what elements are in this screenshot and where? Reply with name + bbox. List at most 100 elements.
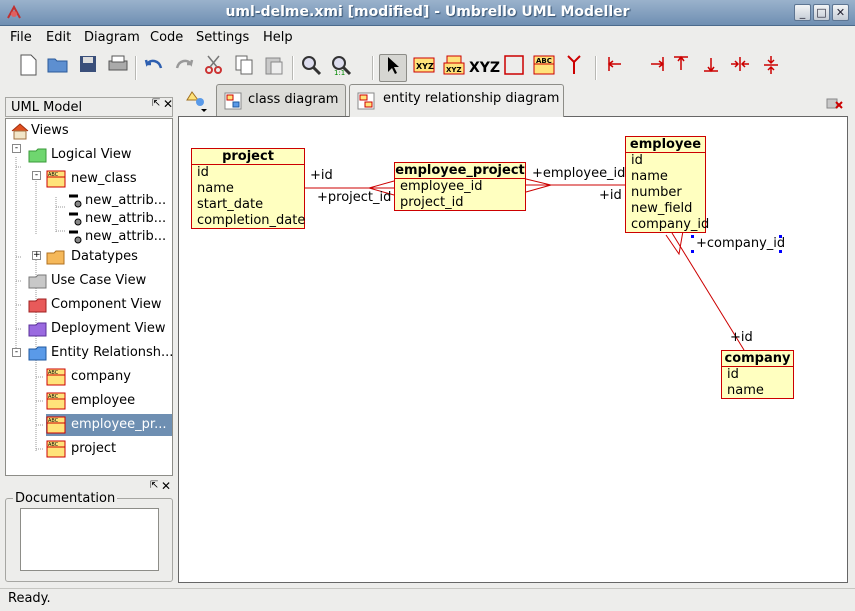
expander-minus-icon[interactable]: - — [32, 171, 41, 180]
anchor-tool-icon[interactable] — [560, 54, 588, 82]
entity-field: name — [631, 169, 668, 184]
svg-text:ABC: ABC — [48, 394, 59, 400]
entity-name: project — [192, 149, 304, 165]
tab-entity-relationship-diagram[interactable]: entity relationship diagram — [349, 84, 564, 117]
entity-field: project_id — [400, 195, 464, 210]
new-diagram-icon[interactable] — [184, 88, 212, 114]
tree-item-label: Deployment View — [51, 321, 166, 336]
menu-bar: File Edit Diagram Code Settings Help — [0, 27, 855, 49]
documentation-textarea[interactable] — [20, 508, 159, 571]
menu-code[interactable]: Code — [150, 30, 183, 45]
zoom-in-icon[interactable] — [297, 54, 325, 82]
float-panel-icon[interactable]: ⇱ — [152, 98, 160, 109]
entity-employee-project[interactable]: employee_project employee_id project_id — [394, 162, 526, 211]
note-tool-icon[interactable]: ABC — [530, 54, 558, 82]
entity-field: new_field — [631, 201, 693, 216]
redo-icon[interactable] — [170, 54, 198, 82]
entity-attribute-tool-icon[interactable]: XYZ — [440, 54, 468, 82]
tree-item-label: Entity Relationsh... — [51, 345, 173, 360]
menu-settings[interactable]: Settings — [196, 30, 249, 45]
role-label[interactable]: +project_id — [317, 190, 391, 205]
tree-item-label: new_class — [71, 171, 137, 186]
align-left-icon[interactable] — [601, 54, 629, 82]
toolbar-separator — [292, 56, 294, 80]
open-file-icon[interactable] — [44, 54, 72, 82]
tree-item-label: Datatypes — [71, 249, 138, 264]
align-bottom-icon[interactable] — [697, 54, 725, 82]
attribute-icon — [69, 194, 82, 208]
copy-icon[interactable] — [230, 54, 258, 82]
align-top-icon[interactable] — [667, 54, 695, 82]
tree-item-employee-project[interactable]: ABC employee_pr... — [46, 414, 172, 436]
expander-plus-icon[interactable]: + — [32, 251, 41, 260]
role-label[interactable]: +id — [730, 330, 753, 345]
folder-purple-icon — [28, 322, 47, 337]
close-panel-icon[interactable]: ✕ — [163, 97, 173, 111]
close-tab-icon[interactable] — [826, 95, 844, 111]
svg-text:ABC: ABC — [48, 442, 59, 448]
select-arrow-icon[interactable] — [379, 54, 407, 82]
entity-company[interactable]: company id name — [721, 350, 794, 399]
expander-minus-icon[interactable]: - — [12, 144, 21, 153]
entity-field: company_id — [631, 217, 710, 232]
svg-text:ABC: ABC — [48, 370, 59, 376]
role-label[interactable]: +company_id — [696, 236, 785, 251]
status-bar: Ready. — [0, 588, 855, 610]
entity-field: start_date — [197, 197, 264, 212]
entity-project[interactable]: project id name start_date completion_da… — [191, 148, 305, 229]
entity-tool-icon[interactable]: XYZ — [410, 54, 438, 82]
minimize-button[interactable]: _ — [794, 4, 811, 21]
close-button[interactable]: ✕ — [832, 4, 849, 21]
tab-class-diagram[interactable]: class diagram — [216, 84, 346, 116]
text-tool-icon[interactable]: XYZ — [469, 54, 500, 82]
float-panel-icon[interactable]: ⇱ — [150, 480, 158, 491]
entity-name: company — [722, 351, 793, 367]
tree-item-label: Logical View — [51, 147, 132, 162]
role-label[interactable]: +id — [599, 188, 622, 203]
folder-gray-icon — [28, 274, 47, 289]
entity-icon: ABC — [46, 416, 66, 434]
class-diagram-icon — [224, 92, 242, 110]
new-file-icon[interactable] — [14, 54, 42, 82]
tree-item-label: Component View — [51, 297, 162, 312]
align-vertical-middle-icon[interactable] — [726, 54, 754, 82]
tree-item-label: Use Case View — [51, 273, 147, 288]
entity-icon: ABC — [46, 440, 66, 458]
class-icon: ABC — [46, 170, 66, 188]
menu-help[interactable]: Help — [263, 30, 293, 45]
zoom-100-icon[interactable]: 1:1 — [327, 54, 355, 82]
menu-file[interactable]: File — [10, 30, 32, 45]
entity-field: id — [631, 153, 643, 168]
paste-icon[interactable] — [260, 54, 288, 82]
svg-text:1:1: 1:1 — [334, 69, 345, 76]
align-horizontal-middle-icon[interactable] — [757, 54, 785, 82]
cut-icon[interactable] — [200, 54, 228, 82]
attribute-icon — [69, 230, 82, 244]
entity-name: employee_project — [395, 163, 525, 179]
menu-diagram[interactable]: Diagram — [84, 30, 140, 45]
maximize-button[interactable]: □ — [813, 4, 830, 21]
tab-label: entity relationship diagram — [383, 91, 560, 106]
tree-item-label: employee — [71, 393, 136, 408]
tree-view[interactable]: Views - Logical View - ABC new_class new… — [5, 118, 173, 476]
entity-field: employee_id — [400, 179, 483, 194]
tree-item-label: Views — [31, 123, 69, 138]
menu-edit[interactable]: Edit — [46, 30, 71, 45]
expander-minus-icon[interactable]: - — [12, 348, 21, 357]
close-panel-icon[interactable]: ✕ — [161, 479, 171, 493]
tree-item-label: new_attrib... — [85, 229, 167, 244]
box-tool-icon[interactable] — [500, 54, 528, 82]
attribute-icon — [69, 212, 82, 226]
entity-field: completion_date — [197, 213, 306, 228]
home-icon — [11, 123, 29, 140]
diagram-canvas[interactable]: project id name start_date completion_da… — [178, 116, 848, 583]
toolbar: 1:1 XYZ XYZ XYZ ABC — [0, 50, 855, 86]
role-label[interactable]: +id — [310, 168, 333, 183]
role-label[interactable]: +employee_id — [532, 166, 625, 181]
save-icon[interactable] — [74, 54, 102, 82]
print-icon[interactable] — [104, 54, 132, 82]
entity-field: id — [197, 165, 209, 180]
tab-label: class diagram — [248, 92, 339, 107]
entity-employee[interactable]: employee id name number new_field compan… — [625, 136, 710, 233]
undo-icon[interactable] — [140, 54, 168, 82]
